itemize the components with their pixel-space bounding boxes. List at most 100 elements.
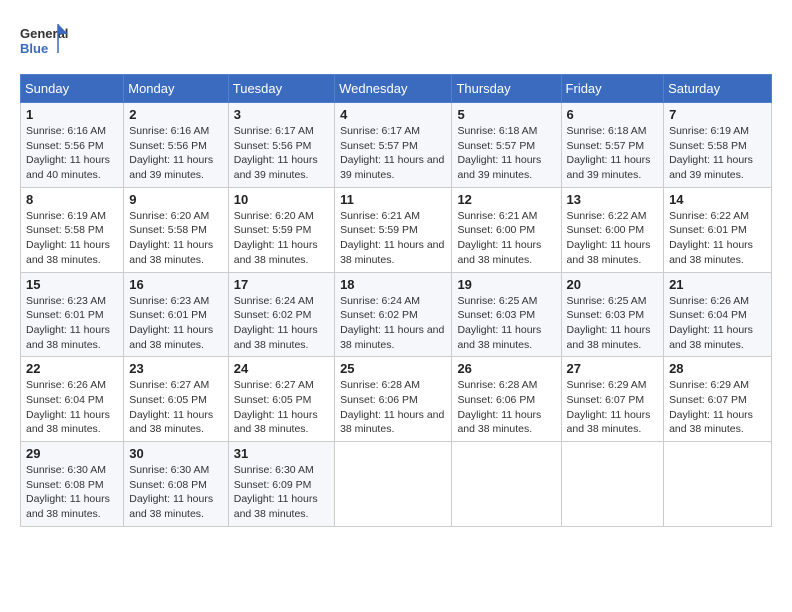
- weekday-header-row: SundayMondayTuesdayWednesdayThursdayFrid…: [21, 75, 772, 103]
- day-info: Sunrise: 6:18 AMSunset: 5:57 PMDaylight:…: [457, 124, 555, 183]
- day-info: Sunrise: 6:25 AMSunset: 6:03 PMDaylight:…: [567, 294, 659, 353]
- day-number: 4: [340, 107, 446, 122]
- calendar-cell: 8 Sunrise: 6:19 AMSunset: 5:58 PMDaylight…: [21, 187, 124, 272]
- day-info: Sunrise: 6:20 AMSunset: 5:58 PMDaylight:…: [129, 209, 223, 268]
- calendar-cell: 7Sunrise: 6:19 AMSunset: 5:58 PMDaylight…: [664, 103, 772, 188]
- day-info: Sunrise: 6:27 AMSunset: 6:05 PMDaylight:…: [129, 378, 223, 437]
- day-number: 17: [234, 277, 329, 292]
- calendar-cell: 24 Sunrise: 6:27 AMSunset: 6:05 PMDayligh…: [228, 357, 334, 442]
- day-info: Sunrise: 6:27 AMSunset: 6:05 PMDaylight:…: [234, 378, 329, 437]
- day-number: 29: [26, 446, 118, 461]
- calendar-cell: 3 Sunrise: 6:17 AMSunset: 5:56 PMDaylight…: [228, 103, 334, 188]
- calendar-cell: 21 Sunrise: 6:26 AMSunset: 6:04 PMDayligh…: [664, 272, 772, 357]
- calendar-cell: 5 Sunrise: 6:18 AMSunset: 5:57 PMDaylight…: [452, 103, 561, 188]
- logo: General Blue: [20, 20, 70, 64]
- calendar-cell: 9Sunrise: 6:20 AMSunset: 5:58 PMDaylight…: [124, 187, 229, 272]
- day-info: Sunrise: 6:23 AMSunset: 6:01 PMDaylight:…: [129, 294, 223, 353]
- day-info: Sunrise: 6:25 AMSunset: 6:03 PMDaylight:…: [457, 294, 555, 353]
- day-number: 21: [669, 277, 766, 292]
- day-number: 25: [340, 361, 446, 376]
- calendar-cell: 16 Sunrise: 6:23 AMSunset: 6:01 PMDayligh…: [124, 272, 229, 357]
- calendar-cell: 12Sunrise: 6:21 AMSunset: 6:00 PMDayligh…: [452, 187, 561, 272]
- day-number: 10: [234, 192, 329, 207]
- calendar-cell: 23 Sunrise: 6:27 AMSunset: 6:05 PMDayligh…: [124, 357, 229, 442]
- day-info: Sunrise: 6:21 AMSunset: 6:00 PMDaylight:…: [457, 209, 555, 268]
- day-number: 16: [129, 277, 223, 292]
- weekday-header-thursday: Thursday: [452, 75, 561, 103]
- day-number: 5: [457, 107, 555, 122]
- day-number: 26: [457, 361, 555, 376]
- calendar-cell: 29 Sunrise: 6:30 AMSunset: 6:08 PMDayligh…: [21, 442, 124, 527]
- day-info: Sunrise: 6:30 AMSunset: 6:08 PMDaylight:…: [26, 463, 118, 522]
- calendar-week-row: 29 Sunrise: 6:30 AMSunset: 6:08 PMDayligh…: [21, 442, 772, 527]
- calendar-cell: 31 Sunrise: 6:30 AMSunset: 6:09 PMDayligh…: [228, 442, 334, 527]
- day-number: 19: [457, 277, 555, 292]
- calendar-cell: 28 Sunrise: 6:29 AMSunset: 6:07 PMDayligh…: [664, 357, 772, 442]
- weekday-header-monday: Monday: [124, 75, 229, 103]
- logo-svg: General Blue: [20, 20, 70, 64]
- calendar-cell: 25 Sunrise: 6:28 AMSunset: 6:06 PMDayligh…: [335, 357, 452, 442]
- day-info: Sunrise: 6:30 AMSunset: 6:08 PMDaylight:…: [129, 463, 223, 522]
- calendar-cell: 30 Sunrise: 6:30 AMSunset: 6:08 PMDayligh…: [124, 442, 229, 527]
- day-number: 14: [669, 192, 766, 207]
- calendar-cell: 14 Sunrise: 6:22 AMSunset: 6:01 PMDayligh…: [664, 187, 772, 272]
- calendar-cell: 17Sunrise: 6:24 AMSunset: 6:02 PMDayligh…: [228, 272, 334, 357]
- calendar-week-row: 8 Sunrise: 6:19 AMSunset: 5:58 PMDaylight…: [21, 187, 772, 272]
- day-number: 11: [340, 192, 446, 207]
- svg-text:Blue: Blue: [20, 41, 48, 56]
- calendar-cell: 1 Sunrise: 6:16 AMSunset: 5:56 PMDaylight…: [21, 103, 124, 188]
- calendar-cell: 26 Sunrise: 6:28 AMSunset: 6:06 PMDayligh…: [452, 357, 561, 442]
- calendar-cell: 10 Sunrise: 6:20 AMSunset: 5:59 PMDayligh…: [228, 187, 334, 272]
- day-number: 1: [26, 107, 118, 122]
- day-number: 31: [234, 446, 329, 461]
- day-number: 24: [234, 361, 329, 376]
- day-info: Sunrise: 6:24 AMSunset: 6:02 PMDaylight:…: [340, 294, 446, 353]
- day-info: Sunrise: 6:26 AMSunset: 6:04 PMDaylight:…: [26, 378, 118, 437]
- calendar-cell: [664, 442, 772, 527]
- day-number: 20: [567, 277, 659, 292]
- calendar-week-row: 1 Sunrise: 6:16 AMSunset: 5:56 PMDaylight…: [21, 103, 772, 188]
- day-number: 22: [26, 361, 118, 376]
- calendar-cell: 19 Sunrise: 6:25 AMSunset: 6:03 PMDayligh…: [452, 272, 561, 357]
- header: General Blue: [20, 20, 772, 64]
- day-info: Sunrise: 6:26 AMSunset: 6:04 PMDaylight:…: [669, 294, 766, 353]
- day-number: 28: [669, 361, 766, 376]
- calendar-cell: [335, 442, 452, 527]
- day-number: 30: [129, 446, 223, 461]
- day-number: 8: [26, 192, 118, 207]
- day-info: Sunrise: 6:22 AMSunset: 6:00 PMDaylight:…: [567, 209, 659, 268]
- day-info: Sunrise: 6:16 AMSunset: 5:56 PMDaylight:…: [129, 124, 223, 183]
- weekday-header-tuesday: Tuesday: [228, 75, 334, 103]
- calendar-cell: 2 Sunrise: 6:16 AMSunset: 5:56 PMDaylight…: [124, 103, 229, 188]
- day-info: Sunrise: 6:28 AMSunset: 6:06 PMDaylight:…: [340, 378, 446, 437]
- calendar-cell: 15 Sunrise: 6:23 AMSunset: 6:01 PMDayligh…: [21, 272, 124, 357]
- day-number: 13: [567, 192, 659, 207]
- day-info: Sunrise: 6:29 AMSunset: 6:07 PMDaylight:…: [567, 378, 659, 437]
- day-number: 2: [129, 107, 223, 122]
- day-info: Sunrise: 6:18 AMSunset: 5:57 PMDaylight:…: [567, 124, 659, 183]
- day-number: 23: [129, 361, 223, 376]
- day-number: 18: [340, 277, 446, 292]
- day-info: Sunrise: 6:28 AMSunset: 6:06 PMDaylight:…: [457, 378, 555, 437]
- calendar-table: SundayMondayTuesdayWednesdayThursdayFrid…: [20, 74, 772, 527]
- calendar-cell: 4 Sunrise: 6:17 AMSunset: 5:57 PMDaylight…: [335, 103, 452, 188]
- calendar-cell: 22 Sunrise: 6:26 AMSunset: 6:04 PMDayligh…: [21, 357, 124, 442]
- day-info: Sunrise: 6:16 AMSunset: 5:56 PMDaylight:…: [26, 124, 118, 183]
- day-number: 15: [26, 277, 118, 292]
- calendar-cell: 11Sunrise: 6:21 AMSunset: 5:59 PMDayligh…: [335, 187, 452, 272]
- day-info: Sunrise: 6:19 AMSunset: 5:58 PMDaylight:…: [26, 209, 118, 268]
- day-info: Sunrise: 6:30 AMSunset: 6:09 PMDaylight:…: [234, 463, 329, 522]
- day-info: Sunrise: 6:19 AMSunset: 5:58 PMDaylight:…: [669, 124, 766, 183]
- calendar-week-row: 22 Sunrise: 6:26 AMSunset: 6:04 PMDayligh…: [21, 357, 772, 442]
- calendar-week-row: 15 Sunrise: 6:23 AMSunset: 6:01 PMDayligh…: [21, 272, 772, 357]
- day-number: 6: [567, 107, 659, 122]
- day-number: 3: [234, 107, 329, 122]
- day-info: Sunrise: 6:29 AMSunset: 6:07 PMDaylight:…: [669, 378, 766, 437]
- day-info: Sunrise: 6:22 AMSunset: 6:01 PMDaylight:…: [669, 209, 766, 268]
- day-info: Sunrise: 6:20 AMSunset: 5:59 PMDaylight:…: [234, 209, 329, 268]
- day-info: Sunrise: 6:17 AMSunset: 5:57 PMDaylight:…: [340, 124, 446, 183]
- day-number: 27: [567, 361, 659, 376]
- day-info: Sunrise: 6:23 AMSunset: 6:01 PMDaylight:…: [26, 294, 118, 353]
- weekday-header-sunday: Sunday: [21, 75, 124, 103]
- day-info: Sunrise: 6:17 AMSunset: 5:56 PMDaylight:…: [234, 124, 329, 183]
